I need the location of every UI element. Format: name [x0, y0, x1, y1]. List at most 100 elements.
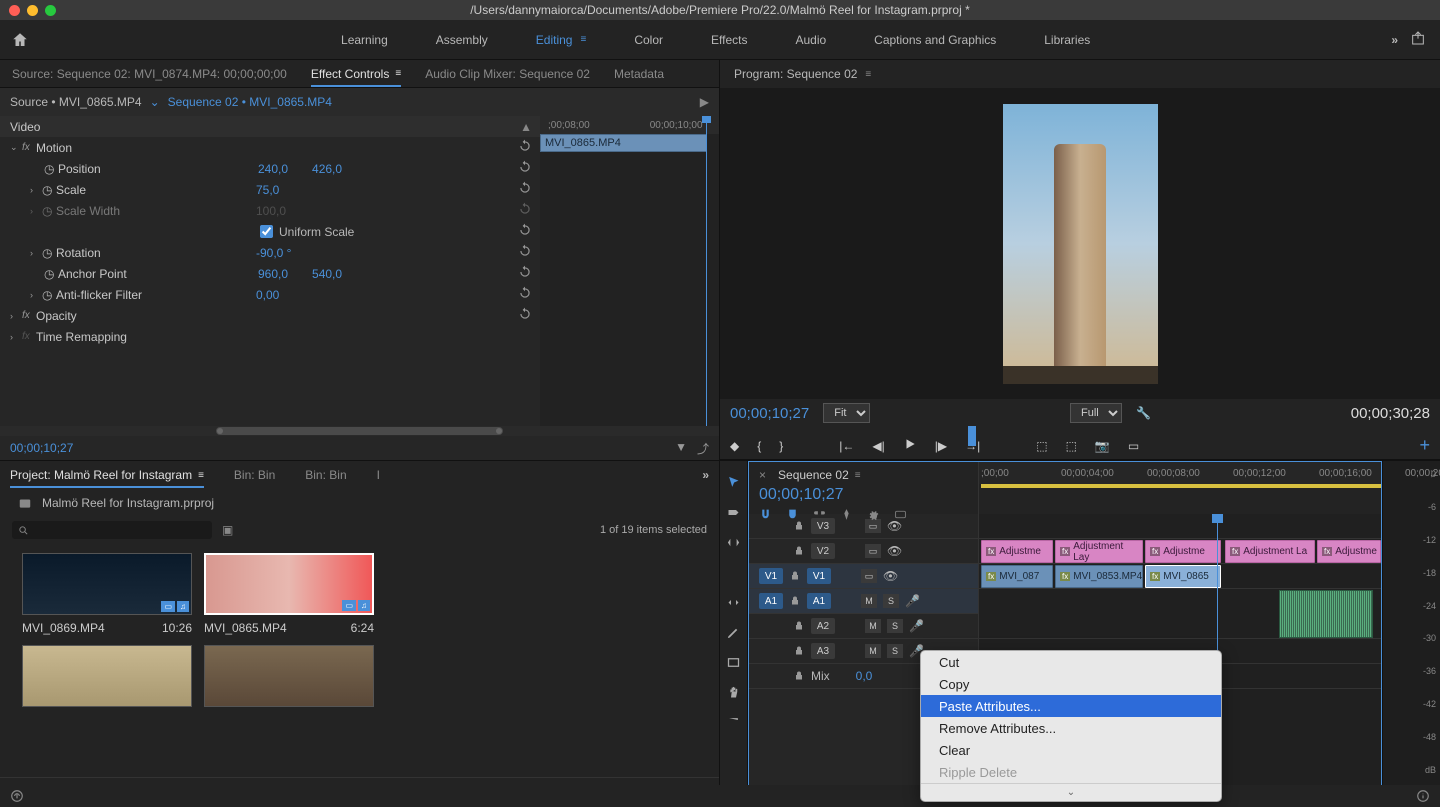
chevron-down-icon[interactable]: ⌄ [150, 95, 160, 109]
mark-in-icon[interactable]: ◆ [730, 439, 739, 453]
mic-icon[interactable]: 🎤 [909, 619, 924, 633]
marker-icon[interactable] [840, 508, 853, 521]
ec-timecode[interactable]: 00;00;10;27 [10, 441, 73, 455]
maximize-window[interactable] [45, 5, 56, 16]
share-icon[interactable]: ⤴ [697, 440, 709, 457]
close-sequence[interactable]: × [759, 468, 766, 482]
slip-tool[interactable] [725, 593, 743, 611]
track-select-tool[interactable] [725, 503, 743, 521]
workspace-tabs: Learning Assembly Editing≡ Color Effects… [40, 33, 1391, 47]
tab-audio-mixer[interactable]: Audio Clip Mixer: Sequence 02 [425, 67, 590, 81]
track-a2[interactable]: A2MS🎤 [749, 614, 978, 639]
tab-effect-controls[interactable]: Effect Controls≡ [311, 67, 401, 87]
program-timecode[interactable]: 00;00;10;27 [730, 405, 809, 422]
resolution-select[interactable]: Full [1070, 403, 1122, 423]
context-scroll-down[interactable]: ⌄ [921, 783, 1221, 801]
track-v2[interactable]: V2▭👁 [749, 539, 978, 564]
comparison-icon[interactable]: ▭ [1128, 439, 1139, 453]
export-frame-icon[interactable]: 📷 [1095, 439, 1110, 453]
track-v1[interactable]: V1V1▭👁 [749, 564, 978, 589]
play-icon[interactable] [903, 437, 917, 454]
go-to-in-icon[interactable]: |← [839, 439, 854, 453]
tab-metadata[interactable]: Metadata [614, 67, 664, 81]
timeline-ruler[interactable]: ;00;00 00;00;04;00 00;00;08;00 00;00;12;… [979, 462, 1381, 484]
position-x[interactable]: 240,0 [258, 162, 288, 176]
workspace-assembly[interactable]: Assembly [436, 33, 488, 47]
out-point-icon[interactable]: } [779, 439, 783, 453]
project-item[interactable] [204, 645, 374, 707]
linked-selection-icon[interactable] [813, 508, 826, 521]
workspace-overflow[interactable]: » [1391, 33, 1398, 47]
type-tool[interactable] [725, 713, 743, 731]
new-bin-icon[interactable]: ▣ [222, 523, 233, 537]
audio-clip[interactable] [1279, 590, 1373, 638]
info-icon[interactable] [1416, 789, 1430, 803]
extract-icon[interactable]: ⬚ [1066, 439, 1077, 453]
uniform-scale-checkbox[interactable] [260, 225, 273, 238]
filter-icon[interactable]: ▼ [675, 440, 687, 457]
close-window[interactable] [9, 5, 20, 16]
project-item[interactable] [22, 645, 192, 707]
tab-bin-2[interactable]: Bin: Bin [305, 468, 346, 482]
workspace-libraries[interactable]: Libraries [1044, 33, 1090, 47]
tab-project[interactable]: Project: Malmö Reel for Instagram≡ [10, 468, 204, 488]
minimize-window[interactable] [27, 5, 38, 16]
magnet-icon[interactable] [786, 508, 799, 521]
twirl-icon[interactable]: ⌄ [10, 142, 22, 153]
reset-icon[interactable] [518, 160, 532, 177]
ripple-edit-tool[interactable] [725, 533, 743, 551]
workspace-captions[interactable]: Captions and Graphics [874, 33, 996, 47]
cc-icon[interactable] [894, 508, 907, 521]
workspace-editing[interactable]: Editing≡ [536, 33, 587, 47]
razor-tool[interactable] [725, 563, 743, 581]
context-clear[interactable]: Clear [921, 739, 1221, 761]
track-a1[interactable]: A1A1MS🎤 [749, 589, 978, 614]
search-input[interactable] [12, 521, 212, 539]
opacity-effect[interactable]: Opacity [36, 309, 236, 323]
pen-tool[interactable] [725, 623, 743, 641]
sequence-clip-label[interactable]: Sequence 02 • MVI_0865.MP4 [168, 95, 332, 109]
position-y[interactable]: 426,0 [312, 162, 342, 176]
project-item[interactable]: ▭♫ MVI_0869.MP410:26 [22, 553, 192, 635]
stopwatch-icon[interactable]: ◷ [44, 162, 58, 176]
effect-mini-timeline[interactable]: ;00;08;0000;00;10;00 MVI_0865.MP4 [540, 116, 719, 426]
selection-tool[interactable] [725, 473, 743, 491]
settings-icon[interactable] [867, 508, 880, 521]
context-remove-attributes[interactable]: Remove Attributes... [921, 717, 1221, 739]
context-paste-attributes[interactable]: Paste Attributes... [921, 695, 1221, 717]
hand-tool[interactable] [725, 683, 743, 701]
tab-source[interactable]: Source: Sequence 02: MVI_0874.MP4: 00;00… [12, 67, 287, 81]
step-forward-icon[interactable]: |▶ [935, 439, 947, 453]
time-remapping-effect[interactable]: Time Remapping [36, 330, 236, 344]
rotation-value[interactable]: -90,0 ° [256, 246, 291, 260]
in-point-icon[interactable]: { [757, 439, 761, 453]
motion-effect[interactable]: Motion [36, 141, 236, 155]
reset-icon[interactable] [518, 139, 532, 156]
wrench-icon[interactable]: 🔧 [1136, 406, 1151, 420]
context-cut[interactable]: Cut [921, 651, 1221, 673]
panel-overflow[interactable]: » [702, 468, 709, 482]
source-clip-label: Source • MVI_0865.MP4 [10, 95, 142, 109]
tab-bin-1[interactable]: Bin: Bin [234, 468, 275, 482]
snap-icon[interactable] [759, 508, 772, 521]
workspace-learning[interactable]: Learning [341, 33, 388, 47]
mic-icon[interactable]: 🎤 [905, 594, 920, 608]
lift-icon[interactable]: ⬚ [1036, 439, 1047, 453]
eye-icon[interactable]: 👁 [887, 519, 901, 533]
share-button[interactable] [1410, 30, 1426, 49]
document-title: /Users/dannymaiorca/Documents/Adobe/Prem… [470, 3, 970, 17]
workspace-audio[interactable]: Audio [795, 33, 826, 47]
scale-value[interactable]: 75,0 [256, 183, 279, 197]
context-copy[interactable]: Copy [921, 673, 1221, 695]
program-video[interactable] [1003, 104, 1158, 384]
step-back-icon[interactable]: ◀| [872, 439, 884, 453]
cloud-sync-icon[interactable] [10, 789, 24, 803]
project-item[interactable]: ▭♫ MVI_0865.MP46:24 [204, 553, 374, 635]
workspace-color[interactable]: Color [634, 33, 663, 47]
zoom-fit-select[interactable]: Fit [823, 403, 870, 423]
add-button-icon[interactable]: + [1419, 435, 1430, 456]
home-button[interactable] [0, 31, 40, 49]
timeline-timecode[interactable]: 00;00;10;27 [759, 486, 968, 504]
rectangle-tool[interactable] [725, 653, 743, 671]
workspace-effects[interactable]: Effects [711, 33, 747, 47]
